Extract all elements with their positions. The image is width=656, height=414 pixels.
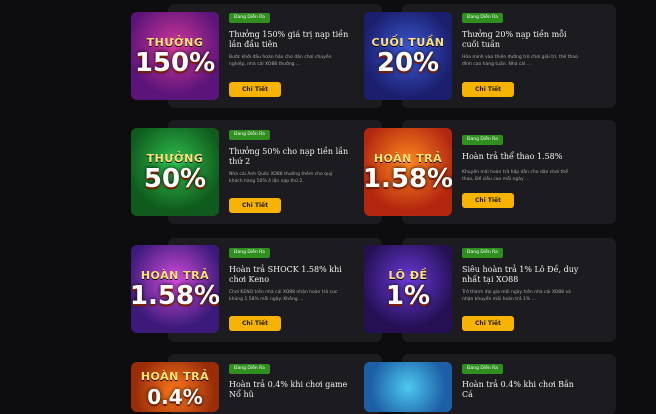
promotion-description: Hòa mình vào thiên đường trò chơi giải t…: [462, 55, 578, 67]
promotion-title: Hoàn trả SHOCK 1.58% khi chơi Keno: [229, 265, 342, 284]
details-button[interactable]: Chi Tiết: [229, 198, 281, 213]
promotion-description: Trở thành đại gia mỗi ngày trên nhà cái …: [462, 290, 571, 302]
status-badge: Đang Diễn Ra: [462, 364, 503, 374]
promotion-title: Hoàn trả 0.4% khi chơi Bắn Cá: [462, 380, 574, 399]
promotion-description: Bước khởi đầu hoàn hảo cho dân chơi chuy…: [229, 55, 332, 67]
promotion-title: Siêu hoàn trả 1% Lô Đề, duy nhất tại XO8…: [462, 265, 579, 284]
promotion-description: Khuyến mãi hoàn trả hấp dẫn cho dân chơi…: [462, 170, 568, 182]
promotion-image-percent: 1%: [385, 280, 431, 311]
status-badge: Đang Diễn Ra: [229, 248, 270, 258]
promotion-title: Hoàn trả 0.4% khi chơi game Nổ hũ: [229, 380, 348, 399]
details-button[interactable]: Chi Tiết: [229, 316, 281, 331]
promotion-image[interactable]: LÔ ĐỀ 1%: [364, 245, 452, 333]
promotion-image[interactable]: HOÀN TRẢ 1.58%: [364, 128, 452, 216]
promotion-image-caption: THƯỞNG: [146, 151, 204, 165]
promotion-image-caption: LÔ ĐỀ: [388, 268, 428, 282]
details-button[interactable]: Chi Tiết: [229, 82, 281, 97]
status-badge: Đang Diễn Ra: [229, 13, 270, 23]
promotion-title: Hoàn trả thể thao 1.58%: [462, 152, 563, 161]
promotion-image-percent: 20%: [376, 47, 440, 78]
promotion-image-caption: THƯỞNG: [146, 35, 204, 49]
promotion-image-caption: HOÀN TRẢ: [140, 370, 210, 383]
promotion-image-percent: 150%: [134, 47, 216, 78]
promotion-image-percent: 50%: [143, 163, 207, 194]
promotion-image-caption: HOÀN TRẢ: [140, 268, 210, 282]
promotion-image-percent: 0.4%: [147, 385, 203, 409]
promotion-image-caption: CUỐI TUẦN: [371, 35, 445, 49]
promotion-title: Thưởng 20% nạp tiền mỗi cuối tuần: [462, 30, 567, 49]
promotion-image[interactable]: HOÀN TRẢ 1.58%: [131, 245, 219, 333]
promotion-image-percent: 1.58%: [364, 163, 452, 194]
details-button[interactable]: Chi Tiết: [462, 316, 514, 331]
status-badge: Đang Diễn Ra: [229, 364, 270, 374]
promotion-image[interactable]: CUỐI TUẦN 20%: [364, 12, 452, 100]
promotion-image[interactable]: THƯỞNG 50%: [131, 128, 219, 216]
promotion-description: Chơi KENO trên nhà cái XO88 nhận hoàn tr…: [229, 290, 338, 302]
promotion-title: Thưởng 150% giá trị nạp tiền lần đầu tiê…: [229, 30, 349, 49]
status-badge: Đang Diễn Ra: [462, 248, 503, 258]
promotion-description: Nhà cái Anh Quốc XO88 thưởng thêm cho qu…: [229, 172, 333, 184]
status-badge: Đang Diễn Ra: [462, 13, 503, 23]
details-button[interactable]: Chi Tiết: [462, 193, 514, 208]
promotion-title: Thưởng 50% cho nạp tiền lần thứ 2: [229, 147, 349, 166]
promotion-image-percent: 1.58%: [131, 280, 219, 311]
promotions-grid: THƯỞNG 150% Đang Diễn Ra Thưởng 150% giá…: [0, 0, 656, 414]
promotion-image-caption: HOÀN TRẢ: [373, 151, 443, 165]
status-badge: Đang Diễn Ra: [229, 130, 270, 140]
promotion-image[interactable]: HOÀN TRẢ 0.4%: [131, 362, 219, 412]
status-badge: Đang Diễn Ra: [462, 135, 503, 145]
promotion-image[interactable]: THƯỞNG 150%: [131, 12, 219, 100]
promotion-image[interactable]: [364, 362, 452, 412]
details-button[interactable]: Chi Tiết: [462, 82, 514, 97]
